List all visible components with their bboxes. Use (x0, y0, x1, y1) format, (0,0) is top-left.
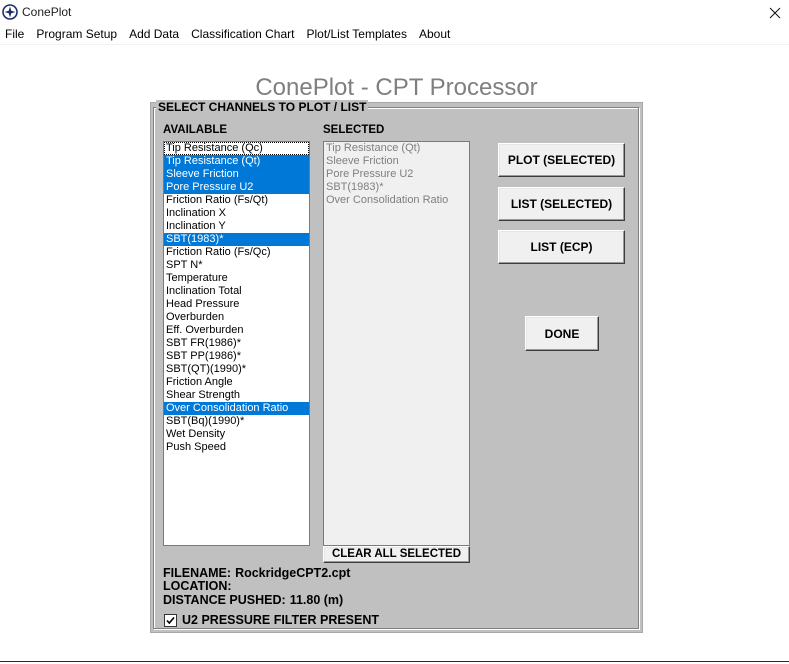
selected-item-sleeve-friction: Sleeve Friction (326, 155, 399, 167)
available-label: AVAILABLE (163, 124, 228, 136)
available-item-sbt-qt-1990[interactable]: SBT(QT)(1990)* (164, 363, 309, 376)
menu-about[interactable]: About (419, 24, 450, 44)
selected-listbox: Tip Resistance (Qt) Sleeve Friction Pore P… (323, 141, 470, 546)
menu-bar: File Program Setup Add Data Classificati… (0, 24, 789, 44)
distance-info: DISTANCE PUSHED: 11.80 (m) (163, 593, 343, 607)
location-label: LOCATION: (163, 579, 232, 593)
available-item-sbt-1983[interactable]: SBT(1983)* (164, 233, 309, 246)
available-item-inclination-y[interactable]: Inclination Y (164, 220, 309, 233)
page-title: ConePlot - CPT Processor (255, 74, 538, 101)
menu-plot-list-templates[interactable]: Plot/List Templates (306, 24, 407, 44)
selected-item-over-consolidation-ratio: Over Consolidation Ratio (326, 194, 449, 206)
list-selected-button[interactable]: LIST (SELECTED) (498, 187, 625, 221)
available-item-wet-density[interactable]: Wet Density (164, 428, 309, 441)
selected-label: SELECTED (323, 124, 385, 136)
available-item-tip-resistance-qc[interactable]: Tip Resistance (Qc) (164, 142, 309, 155)
menu-classification-chart[interactable]: Classification Chart (191, 24, 294, 44)
available-item-friction-ratio-fs-qc[interactable]: Friction Ratio (Fs/Qc) (164, 246, 309, 259)
available-item-push-speed[interactable]: Push Speed (164, 441, 309, 454)
distance-label: DISTANCE PUSHED: (163, 593, 286, 607)
selected-item-sbt-1983: SBT(1983)* (326, 181, 384, 193)
selected-item-pore-pressure-u2: Pore Pressure U2 (326, 168, 414, 180)
plot-selected-button[interactable]: PLOT (SELECTED) (498, 143, 625, 177)
filename-info: FILENAME: RockridgeCPT2.cpt (163, 566, 350, 580)
available-item-temperature[interactable]: Temperature (164, 272, 309, 285)
location-info: LOCATION: (163, 579, 232, 593)
available-item-pore-pressure-u2[interactable]: Pore Pressure U2 (164, 181, 309, 194)
available-item-over-consolidation-ratio[interactable]: Over Consolidation Ratio (164, 402, 309, 415)
window-title: ConePlot (22, 5, 72, 19)
done-button[interactable]: DONE (525, 316, 599, 351)
available-item-shear-strength[interactable]: Shear Strength (164, 389, 309, 402)
available-item-sbt-bq-1990[interactable]: SBT(Bq)(1990)* (164, 415, 309, 428)
available-item-friction-angle[interactable]: Friction Angle (164, 376, 309, 389)
menubar-divider (0, 44, 789, 45)
menu-add-data[interactable]: Add Data (129, 24, 179, 44)
available-item-eff-overburden[interactable]: Eff. Overburden (164, 324, 309, 337)
available-item-spt-n[interactable]: SPT N* (164, 259, 309, 272)
filename-label: FILENAME: (163, 566, 232, 580)
channel-select-group-title: SELECT CHANNELS TO PLOT / LIST (156, 100, 369, 114)
close-button[interactable] (761, 0, 789, 24)
list-ecp-button[interactable]: LIST (ECP) (498, 230, 625, 264)
available-item-sbt-fr-1986[interactable]: SBT FR(1986)* (164, 337, 309, 350)
close-icon (769, 6, 781, 19)
available-item-sleeve-friction[interactable]: Sleeve Friction (164, 168, 309, 181)
available-item-tip-resistance-qt[interactable]: Tip Resistance (Qt) (164, 155, 309, 168)
available-item-inclination-x[interactable]: Inclination X (164, 207, 309, 220)
available-item-sbt-pp-1986[interactable]: SBT PP(1986)* (164, 350, 309, 363)
window-bottom-border (0, 661, 789, 662)
available-item-inclination-total[interactable]: Inclination Total (164, 285, 309, 298)
available-item-overburden[interactable]: Overburden (164, 311, 309, 324)
distance-value: 11.80 (m) (289, 593, 344, 607)
available-item-head-pressure[interactable]: Head Pressure (164, 298, 309, 311)
title-bar[interactable]: ConePlot (0, 0, 789, 24)
menu-file[interactable]: File (5, 24, 24, 44)
u2-filter-checkbox-label[interactable]: U2 PRESSURE FILTER PRESENT (182, 613, 379, 627)
selected-item-tip-resistance-qt: Tip Resistance (Qt) (326, 142, 421, 154)
compass-icon (2, 4, 18, 20)
filename-value: RockridgeCPT2.cpt (235, 566, 351, 580)
menu-program-setup[interactable]: Program Setup (36, 24, 117, 44)
available-listbox[interactable]: Tip Resistance (Qc) Tip Resistance (Qt) Sl… (163, 141, 310, 546)
u2-filter-checkbox[interactable] (164, 614, 177, 627)
clear-all-selected-button[interactable]: CLEAR ALL SELECTED (323, 546, 470, 563)
available-item-friction-ratio-fs-qt[interactable]: Friction Ratio (Fs/Qt) (164, 194, 309, 207)
